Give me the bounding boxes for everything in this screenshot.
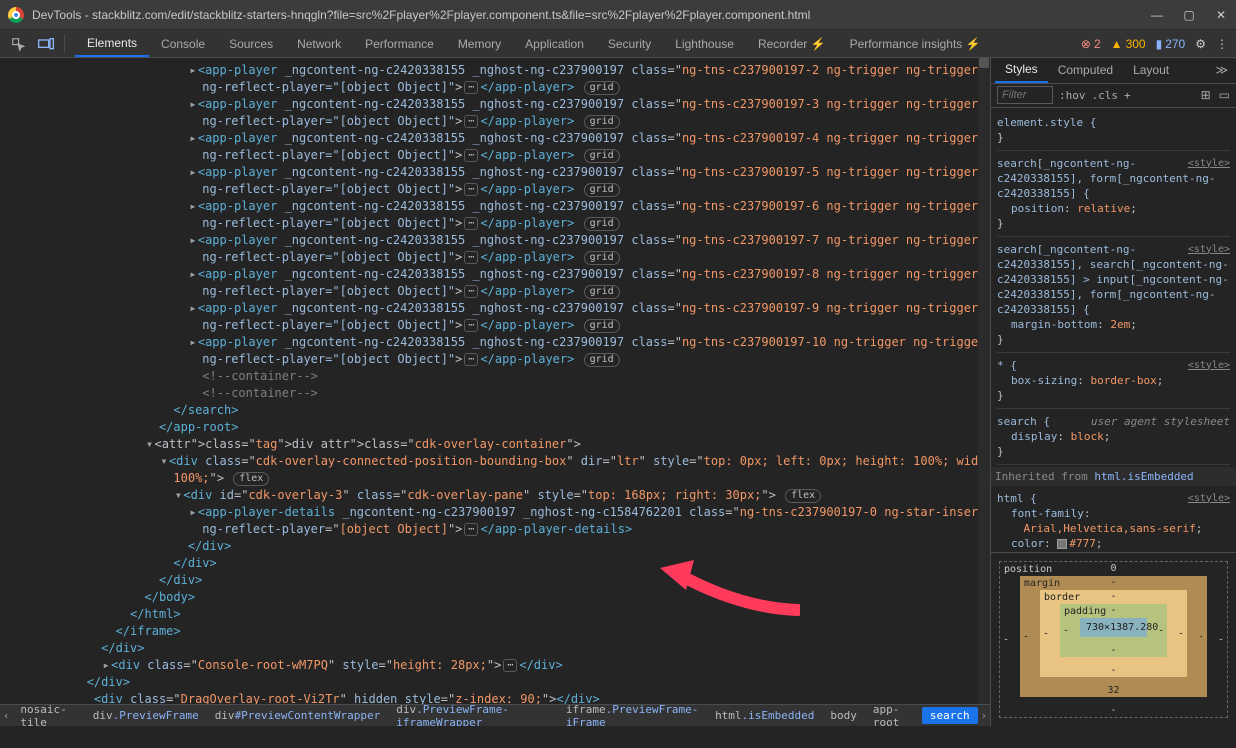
crumb-item-active[interactable]: search xyxy=(922,707,978,724)
subtabs-more-icon[interactable]: ≫ xyxy=(1207,58,1236,83)
tab-memory[interactable]: Memory xyxy=(446,30,513,57)
minimize-button[interactable]: — xyxy=(1150,8,1164,22)
crumb-item[interactable]: div#PreviewContentWrapper xyxy=(207,709,389,722)
tab-recorder[interactable]: Recorder ⚡ xyxy=(746,30,838,57)
hov-button[interactable]: :hov xyxy=(1059,89,1086,102)
rule-selector[interactable]: * { xyxy=(997,359,1017,372)
inherit-link[interactable]: html.isEmbedded xyxy=(1094,470,1193,483)
crumb-item[interactable]: body xyxy=(822,709,865,722)
styles-icon[interactable]: ▭ xyxy=(1219,88,1230,102)
crumb-scroll-left[interactable]: ‹ xyxy=(0,709,12,722)
error-count[interactable]: ⊗2 xyxy=(1081,37,1101,51)
cls-button[interactable]: .cls xyxy=(1092,89,1119,102)
chrome-icon xyxy=(8,7,24,23)
source-link[interactable]: <style> xyxy=(1188,358,1230,373)
crumb-item[interactable]: iframe.PreviewFrame-iFrame xyxy=(558,704,707,726)
crumb-item[interactable]: div.PreviewFrame-iframeWrapper xyxy=(388,704,558,726)
subtab-styles[interactable]: Styles xyxy=(995,58,1048,83)
tab-elements[interactable]: Elements xyxy=(75,30,149,57)
styles-filter-input[interactable] xyxy=(997,86,1053,104)
tab-sources[interactable]: Sources xyxy=(217,30,285,57)
tab-performance[interactable]: Performance xyxy=(353,30,446,57)
source-link[interactable]: <style> xyxy=(1188,156,1230,171)
breadcrumb[interactable]: ‹ nosaic-tile div.PreviewFrame div#Previ… xyxy=(0,704,990,726)
tab-console[interactable]: Console xyxy=(149,30,217,57)
tab-application[interactable]: Application xyxy=(513,30,596,57)
rule-selector[interactable]: search[_ngcontent-ng-c2420338155], form[… xyxy=(997,157,1216,200)
window-titlebar: DevTools - stackblitz.com/edit/stackblit… xyxy=(0,0,1236,30)
tab-perf-insights[interactable]: Performance insights ⚡ xyxy=(838,30,993,57)
crumb-item[interactable]: html.isEmbedded xyxy=(707,709,822,722)
crumb-item[interactable]: app-root xyxy=(865,704,922,726)
box-model-content: 730×1387.280 xyxy=(1080,618,1147,637)
warning-count[interactable]: ▲300 xyxy=(1111,37,1146,51)
maximize-button[interactable]: ▢ xyxy=(1182,8,1196,22)
subtab-computed[interactable]: Computed xyxy=(1048,58,1123,83)
scrollbar[interactable] xyxy=(978,58,990,704)
tab-network[interactable]: Network xyxy=(285,30,353,57)
more-icon[interactable]: ⋮ xyxy=(1216,37,1228,51)
source-link[interactable]: <style> xyxy=(1188,491,1230,506)
ua-label: user agent stylesheet xyxy=(1091,414,1230,429)
crumb-item[interactable]: div.PreviewFrame xyxy=(85,709,207,722)
styles-panel: Styles Computed Layout ≫ :hov .cls + ⊞ ▭… xyxy=(990,58,1236,726)
devtools-toolbar: Elements Console Sources Network Perform… xyxy=(0,30,1236,58)
rule-selector[interactable]: element.style { xyxy=(997,116,1096,129)
close-button[interactable]: ✕ xyxy=(1214,8,1228,22)
subtab-layout[interactable]: Layout xyxy=(1123,58,1179,83)
device-toggle-icon[interactable] xyxy=(32,30,60,57)
tab-lighthouse[interactable]: Lighthouse xyxy=(663,30,746,57)
info-count[interactable]: ▮270 xyxy=(1156,37,1186,51)
window-title: DevTools - stackblitz.com/edit/stackblit… xyxy=(32,8,810,22)
crumb-scroll-right[interactable]: › xyxy=(978,709,990,722)
rule-selector[interactable]: html { xyxy=(997,492,1037,505)
add-rule-button[interactable]: + xyxy=(1124,89,1131,102)
crumb-item[interactable]: nosaic-tile xyxy=(12,704,84,726)
tab-security[interactable]: Security xyxy=(596,30,663,57)
style-rules[interactable]: element.style { } <style> search[_ngcont… xyxy=(991,108,1236,552)
elements-dom-panel[interactable]: ▸<app-player _ngcontent-ng-c2420338155 _… xyxy=(0,58,990,726)
rule-selector[interactable]: search { xyxy=(997,415,1050,428)
inspect-icon[interactable] xyxy=(4,30,32,57)
source-link[interactable]: <style> xyxy=(1188,242,1230,257)
box-model[interactable]: position 0 - - - margin - - 32 - border … xyxy=(991,552,1236,726)
settings-icon[interactable]: ⚙ xyxy=(1195,37,1206,51)
styles-icon[interactable]: ⊞ xyxy=(1201,88,1211,102)
